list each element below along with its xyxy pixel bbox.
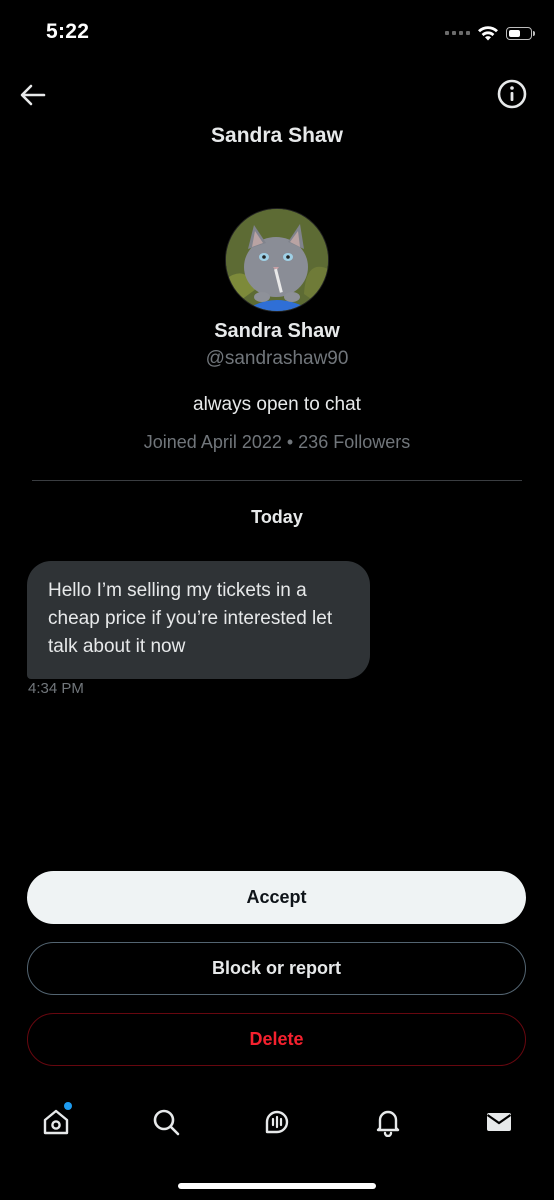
delete-button[interactable]: Delete: [27, 1013, 526, 1066]
home-indicator: [178, 1183, 376, 1189]
profile-meta: Joined April 2022 • 236 Followers: [143, 432, 411, 452]
home-notification-dot: [64, 1102, 72, 1110]
notifications-icon: [376, 1110, 400, 1137]
bottom-tab-bar: [0, 1090, 554, 1160]
messages-icon: [486, 1113, 512, 1131]
tab-search[interactable]: [144, 1100, 188, 1144]
block-or-report-button[interactable]: Block or report: [27, 942, 526, 995]
message-timestamp: 4:34 PM: [28, 680, 84, 697]
profile-handle: @sandrashaw90: [205, 348, 349, 369]
accept-button[interactable]: Accept: [27, 871, 526, 924]
tab-spaces[interactable]: [255, 1100, 299, 1144]
conversation-header: Sandra Shaw: [0, 66, 554, 176]
tab-home[interactable]: [34, 1100, 78, 1144]
status-bar: 5:22: [0, 0, 554, 66]
wifi-icon: [478, 25, 498, 40]
avatar[interactable]: [225, 208, 329, 312]
arrow-left-icon: [20, 84, 46, 106]
status-time: 5:22: [46, 20, 90, 43]
status-indicators: [445, 20, 535, 46]
profile-name: Sandra Shaw: [214, 320, 340, 342]
divider: [32, 480, 522, 481]
back-button[interactable]: [16, 78, 50, 112]
date-separator: Today: [251, 507, 303, 527]
battery-icon: [506, 26, 535, 40]
profile-summary: Sandra Shaw @sandrashaw90 always open to…: [0, 208, 554, 453]
kitten-photo: [226, 209, 328, 311]
profile-bio: always open to chat: [193, 394, 361, 415]
message-bubble[interactable]: Hello I’m selling my tickets in a cheap …: [27, 561, 370, 679]
page-title: Sandra Shaw: [211, 124, 343, 147]
home-icon: [43, 1109, 69, 1135]
battery-level: [509, 29, 521, 37]
info-icon: [497, 79, 527, 109]
spaces-icon: [265, 1110, 289, 1134]
tab-messages[interactable]: [477, 1100, 521, 1144]
tab-notifications[interactable]: [366, 1100, 410, 1144]
cellular-signal-icon: [445, 31, 470, 35]
search-icon: [153, 1109, 180, 1136]
conversation-info-button[interactable]: [496, 78, 528, 110]
